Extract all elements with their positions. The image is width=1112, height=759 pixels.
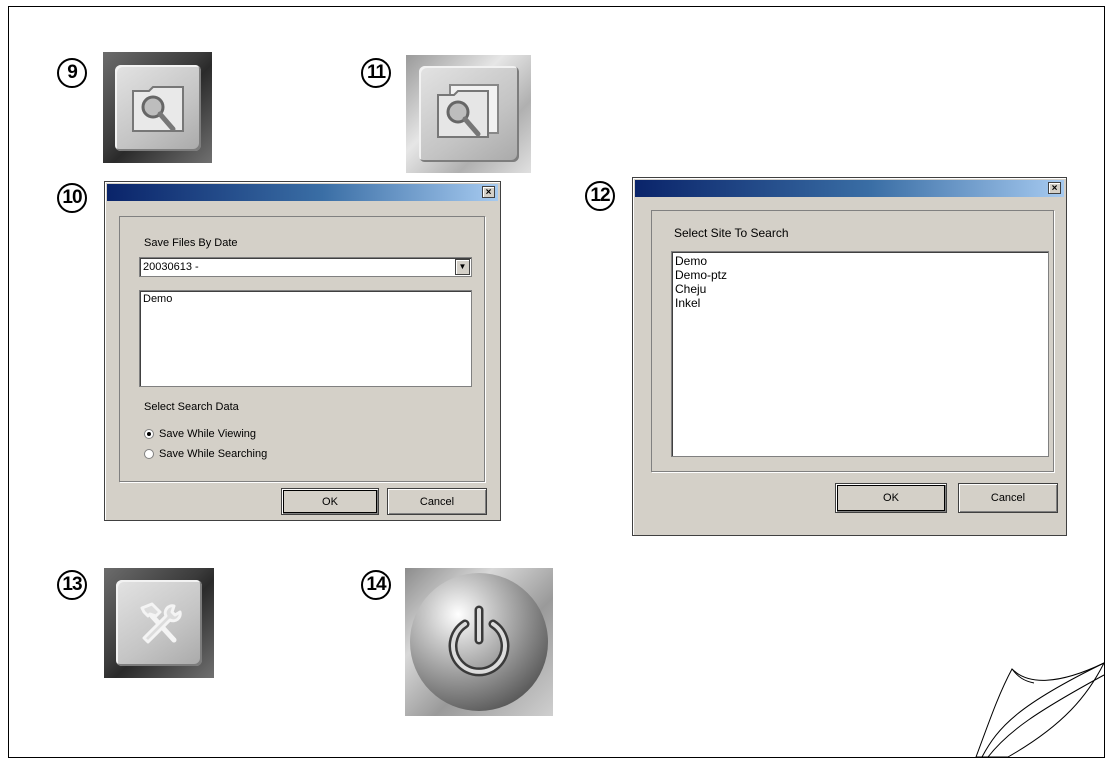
hammer-wrench-icon[interactable] [104,568,214,678]
cancel-button[interactable]: Cancel [387,488,487,515]
list-item[interactable]: Demo [675,254,1045,268]
callout-14: 14 [361,570,391,600]
radio-unselected[interactable] [144,449,154,459]
save-files-by-date-label: Save Files By Date [144,237,238,249]
option-save-while-viewing[interactable]: Save While Viewing [144,428,256,440]
site-list[interactable]: Demo Demo-ptz Cheju Inkel [671,251,1049,457]
close-icon: × [1051,183,1058,194]
option-save-while-searching[interactable]: Save While Searching [144,448,267,460]
callout-9: 9 [57,58,87,88]
list-item[interactable]: Demo-ptz [675,268,1045,282]
folder-search-icon[interactable] [103,52,212,163]
select-site-label: Select Site To Search [674,226,789,240]
list-item[interactable]: Demo [143,293,468,306]
close-icon: × [485,187,492,198]
callout-12: 12 [585,181,615,211]
select-search-data-label: Select Search Data [144,401,239,413]
chevron-down-icon[interactable]: ▼ [455,259,470,275]
site-list[interactable]: Demo [139,290,472,387]
ok-button[interactable]: OK [835,483,947,513]
dialog-titlebar[interactable]: × [635,180,1064,197]
date-value: 20030613 - [143,261,199,273]
ok-button[interactable]: OK [281,488,379,515]
close-button[interactable]: × [1048,182,1061,194]
callout-10: 10 [57,183,87,213]
save-by-date-dialog: × Save Files By Date 20030613 - ▼ Demo S… [104,181,501,521]
page-curl-icon [975,661,1106,758]
callout-11: 11 [361,58,391,88]
cancel-button[interactable]: Cancel [958,483,1058,513]
list-item[interactable]: Cheju [675,282,1045,296]
dialog-titlebar[interactable]: × [107,184,498,201]
callout-13: 13 [57,570,87,600]
multi-folder-search-icon[interactable] [406,55,531,173]
list-item[interactable]: Inkel [675,296,1045,310]
close-button[interactable]: × [482,186,495,198]
radio-selected[interactable] [144,429,154,439]
date-select[interactable]: 20030613 - ▼ [139,257,472,277]
power-icon[interactable] [405,568,553,716]
select-site-dialog: × Select Site To Search Demo Demo-ptz Ch… [632,177,1067,536]
